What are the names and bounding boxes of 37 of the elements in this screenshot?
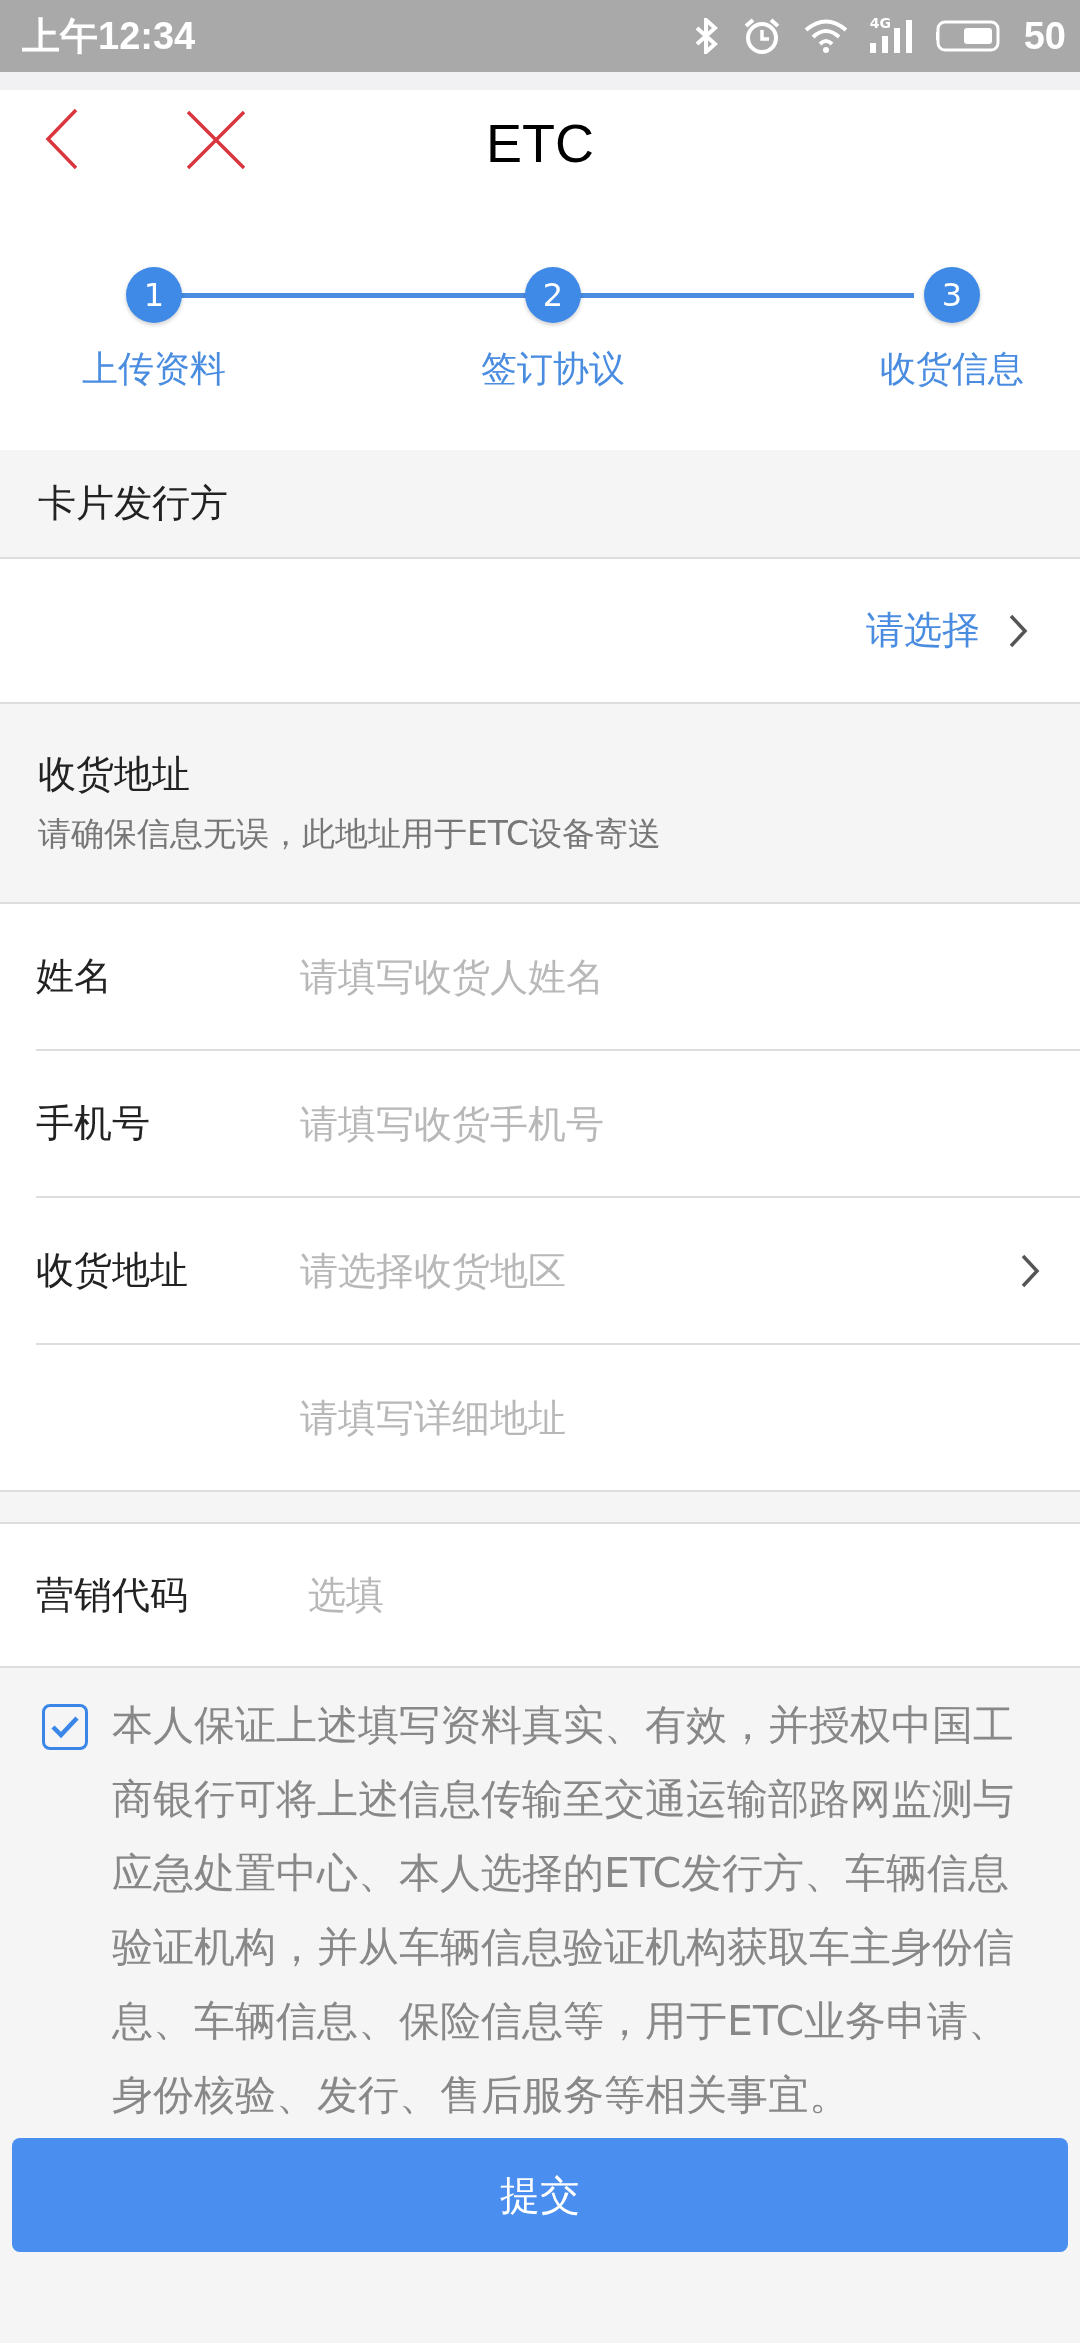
section-heading: 卡片发行方 xyxy=(38,480,228,527)
network-type: 4G xyxy=(869,15,891,31)
field-label: 营销代码 xyxy=(36,1571,189,1619)
input-field[interactable]: 请填写详细地址 xyxy=(300,1395,1040,1440)
step-label: 签订协议 xyxy=(481,347,625,391)
input-field[interactable]: 请填写收货手机号 xyxy=(300,1101,1040,1146)
chevron-right-icon xyxy=(1020,1252,1040,1289)
page-title: ETC xyxy=(486,111,594,174)
field-label: 姓名 xyxy=(36,953,113,1000)
bluetooth-icon xyxy=(693,18,720,54)
battery-icon xyxy=(935,19,1002,53)
field-label: 收货地址 xyxy=(36,1247,189,1294)
close-button[interactable] xyxy=(186,110,246,170)
step-label: 收货信息 xyxy=(880,347,1024,391)
section-note: 请确保信息无误，此地址用于ETC设备寄送 xyxy=(38,813,662,855)
step-number: 1 xyxy=(126,267,182,323)
wifi-icon xyxy=(803,19,848,53)
step-label: 上传资料 xyxy=(82,347,226,391)
input-field[interactable]: 请选择收货地区 xyxy=(300,1248,1020,1293)
agreement-text: 本人保证上述填写资料真实、有效，并授权中国工商银行可将上述信息传输至交通运输部路网监测与应急处置中心、本人选择的ETC发行方、车辆信息验证机构，并从车辆信息验证机构获取车主身份信息、车辆信息、保险信息等，用于ETC业务申请、身份核验、发行、售后服务等相关事宜。 xyxy=(112,1700,1015,2121)
checkbox[interactable] xyxy=(42,1704,88,1750)
signal-icon xyxy=(869,19,914,53)
status-time: 上午12:34 xyxy=(22,13,196,59)
back-icon xyxy=(44,108,80,170)
input-field[interactable]: 请填写收货人姓名 xyxy=(300,954,1040,999)
chevron-right-icon xyxy=(1008,612,1028,649)
submit-button[interactable]: 提交 xyxy=(12,2138,1068,2252)
section-heading: 收货地址 xyxy=(38,751,190,798)
back-button[interactable] xyxy=(44,108,80,170)
step-number: 2 xyxy=(525,267,581,323)
input-field[interactable]: 选填 xyxy=(308,1573,1040,1617)
close-icon xyxy=(186,110,246,170)
battery-level: 50 xyxy=(1023,14,1066,58)
issuer-select[interactable]: 请选择 xyxy=(0,557,1080,704)
field-label: 手机号 xyxy=(36,1100,151,1147)
checkmark-icon xyxy=(50,1714,80,1740)
step-number: 3 xyxy=(924,267,980,323)
